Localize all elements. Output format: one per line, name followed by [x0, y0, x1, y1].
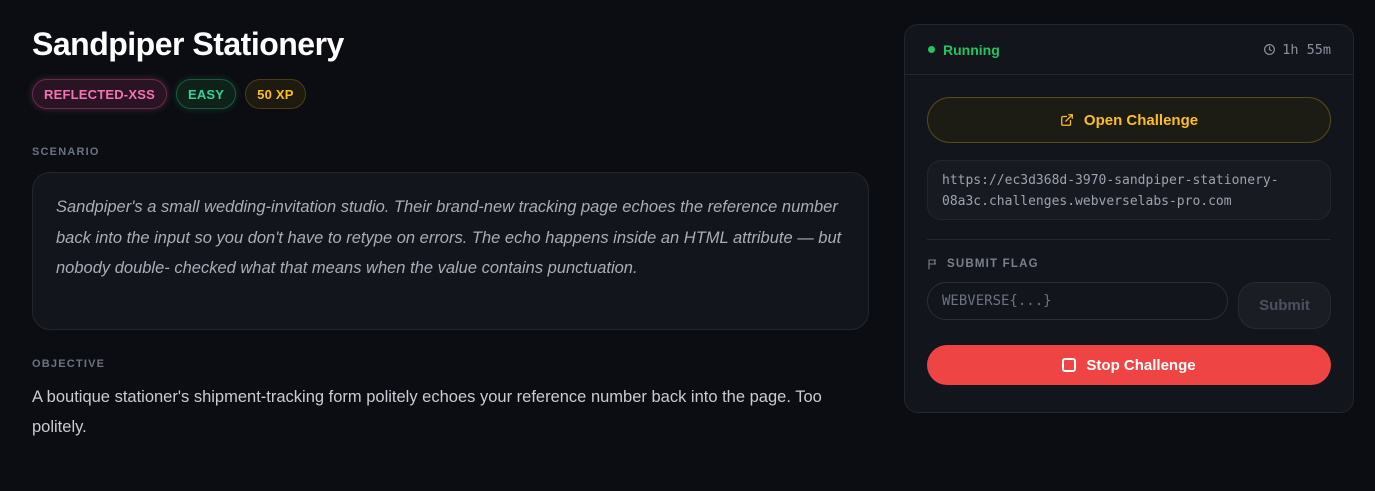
challenge-control-panel: Running 1h 55m Open Challenge https://ec…	[904, 24, 1354, 413]
status-text: Running	[943, 41, 1000, 58]
objective-heading: OBJECTIVE	[32, 358, 106, 370]
page-title: Sandpiper Stationery	[32, 26, 344, 62]
challenge-url-line-2: 08a3c.challenges.webverselabs-pro.com	[942, 194, 1232, 209]
xp-badge: 50 XP	[245, 79, 306, 109]
external-link-icon	[1060, 113, 1074, 127]
timer-text: 1h 55m	[1282, 41, 1331, 58]
submit-flag-heading: SUBMIT FLAG	[927, 258, 1331, 270]
flag-form: Submit	[927, 282, 1331, 329]
challenge-url[interactable]: https://ec3d368d-3970-sandpiper-statione…	[927, 160, 1331, 220]
stop-challenge-button[interactable]: Stop Challenge	[927, 345, 1331, 385]
panel-body: Open Challenge https://ec3d368d-3970-san…	[905, 75, 1353, 385]
timer: 1h 55m	[1263, 42, 1331, 58]
clock-icon	[1263, 43, 1276, 56]
open-challenge-button[interactable]: Open Challenge	[927, 97, 1331, 143]
objective-text: A boutique stationer's shipment-tracking…	[32, 388, 822, 436]
stop-icon	[1062, 358, 1077, 372]
flag-input[interactable]	[927, 282, 1228, 320]
scenario-heading: SCENARIO	[32, 146, 100, 158]
submit-flag-label: SUBMIT FLAG	[947, 258, 1039, 270]
category-badge: REFLECTED-XSS	[32, 79, 167, 109]
status-dot-icon	[928, 46, 935, 53]
divider	[927, 239, 1331, 240]
tag-list: REFLECTED-XSS EASY 50 XP	[32, 79, 869, 109]
submit-button[interactable]: Submit	[1238, 282, 1331, 329]
challenge-url-line-1: https://ec3d368d-3970-sandpiper-statione…	[942, 173, 1279, 188]
scenario-text: Sandpiper's a small wedding-invitation s…	[32, 172, 869, 330]
open-challenge-label: Open Challenge	[1083, 111, 1199, 129]
flag-icon	[927, 258, 939, 270]
status-indicator: Running	[928, 42, 1000, 58]
stop-challenge-label: Stop Challenge	[1086, 356, 1196, 374]
panel-header: Running 1h 55m	[905, 25, 1353, 75]
challenge-details: Sandpiper Stationery REFLECTED-XSS EASY …	[32, 24, 869, 442]
difficulty-badge: EASY	[175, 79, 237, 109]
